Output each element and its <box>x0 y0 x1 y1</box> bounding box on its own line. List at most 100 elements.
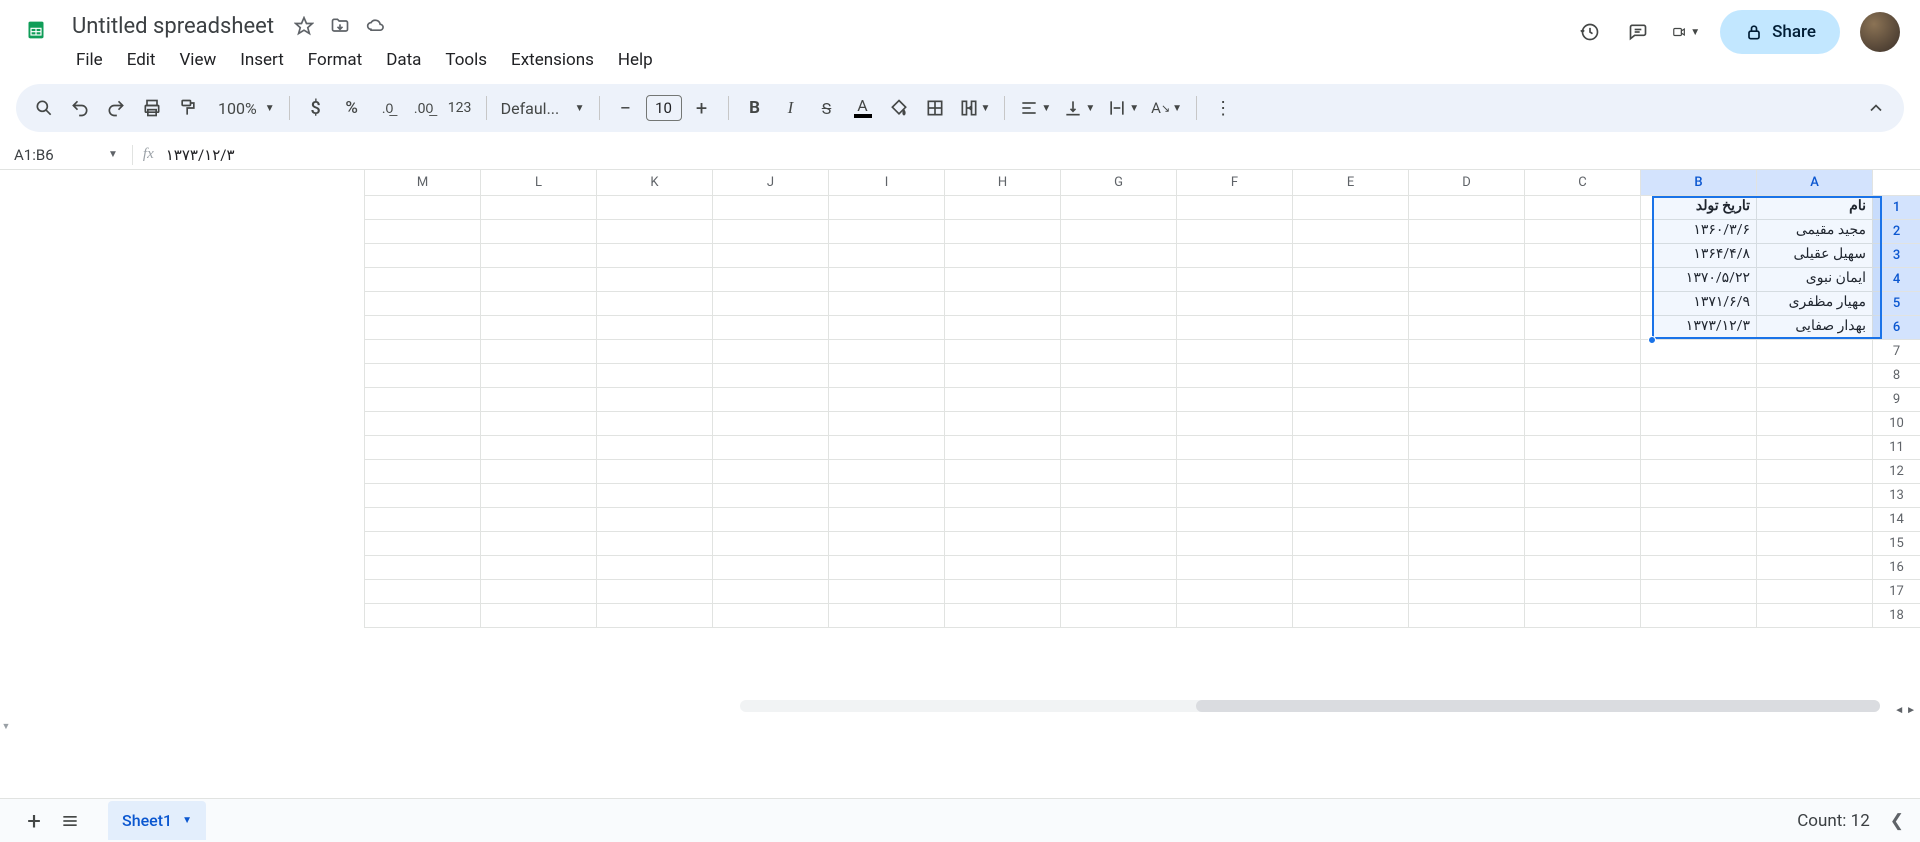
cell[interactable]: مجید مقیمی <box>1756 220 1872 244</box>
column-header[interactable]: D <box>1408 170 1524 196</box>
cell[interactable] <box>944 532 1060 556</box>
cell[interactable] <box>1524 292 1640 316</box>
cell[interactable] <box>828 556 944 580</box>
cell[interactable] <box>364 436 480 460</box>
cell[interactable] <box>1640 580 1756 604</box>
cell[interactable]: نام <box>1756 196 1872 220</box>
column-header[interactable]: L <box>480 170 596 196</box>
cell[interactable] <box>596 220 712 244</box>
cell[interactable] <box>828 268 944 292</box>
cell[interactable] <box>1408 532 1524 556</box>
column-header[interactable]: J <box>712 170 828 196</box>
menu-insert[interactable]: Insert <box>230 44 294 76</box>
row-header[interactable]: 9 <box>1872 388 1920 412</box>
text-wrap-icon[interactable]: ▼ <box>1103 92 1143 124</box>
select-all-corner[interactable] <box>1872 170 1920 196</box>
menu-extensions[interactable]: Extensions <box>501 44 604 76</box>
cell[interactable] <box>828 580 944 604</box>
row-header[interactable]: 10 <box>1872 412 1920 436</box>
cell[interactable] <box>596 412 712 436</box>
cell[interactable] <box>1060 604 1176 628</box>
cell[interactable] <box>596 436 712 460</box>
cell[interactable] <box>1640 556 1756 580</box>
cell[interactable] <box>1176 604 1292 628</box>
cell[interactable] <box>828 292 944 316</box>
row-header[interactable]: 5 <box>1872 292 1920 316</box>
row-header[interactable]: 6 <box>1872 316 1920 340</box>
meet-icon[interactable]: ▼ <box>1672 18 1700 46</box>
cell[interactable] <box>828 244 944 268</box>
more-formats-button[interactable]: 123 <box>444 92 476 124</box>
cell[interactable] <box>1176 556 1292 580</box>
cell[interactable] <box>364 484 480 508</box>
cell[interactable]: مهیار مظفری <box>1756 292 1872 316</box>
cell[interactable] <box>1640 412 1756 436</box>
cell[interactable] <box>1060 532 1176 556</box>
cell[interactable] <box>1292 532 1408 556</box>
chevron-down-icon[interactable]: ▼ <box>108 149 118 160</box>
menu-view[interactable]: View <box>169 44 226 76</box>
cell[interactable] <box>944 484 1060 508</box>
cell[interactable] <box>1408 220 1524 244</box>
cell[interactable] <box>1060 460 1176 484</box>
cell[interactable]: ایمان نبوی <box>1756 268 1872 292</box>
cell[interactable]: بهدار صفایی <box>1756 316 1872 340</box>
cell[interactable] <box>1408 364 1524 388</box>
row-header[interactable]: 1 <box>1872 196 1920 220</box>
cell[interactable] <box>1640 484 1756 508</box>
cell[interactable] <box>1060 340 1176 364</box>
cell[interactable] <box>1060 580 1176 604</box>
cell[interactable] <box>1640 364 1756 388</box>
menu-help[interactable]: Help <box>608 44 663 76</box>
cell[interactable] <box>1408 268 1524 292</box>
cell[interactable] <box>1756 388 1872 412</box>
cell[interactable] <box>1524 484 1640 508</box>
cell[interactable] <box>364 580 480 604</box>
cell[interactable] <box>828 316 944 340</box>
cell[interactable] <box>712 196 828 220</box>
cell[interactable] <box>1060 364 1176 388</box>
cell[interactable] <box>480 196 596 220</box>
cell[interactable] <box>944 340 1060 364</box>
cell[interactable] <box>828 412 944 436</box>
cell[interactable] <box>1060 508 1176 532</box>
comment-icon[interactable] <box>1624 18 1652 46</box>
cell[interactable] <box>1176 436 1292 460</box>
cell[interactable] <box>712 412 828 436</box>
cell[interactable] <box>480 532 596 556</box>
row-header[interactable]: 2 <box>1872 220 1920 244</box>
cell[interactable] <box>596 292 712 316</box>
cell[interactable] <box>1176 532 1292 556</box>
row-header[interactable]: 12 <box>1872 460 1920 484</box>
cell[interactable] <box>480 244 596 268</box>
column-header[interactable]: E <box>1292 170 1408 196</box>
cell[interactable] <box>712 268 828 292</box>
cell[interactable] <box>1292 340 1408 364</box>
cell[interactable] <box>1524 220 1640 244</box>
search-icon[interactable] <box>28 92 60 124</box>
text-rotation-icon[interactable]: A↘▼ <box>1147 92 1186 124</box>
cell[interactable]: ۱۳۷۱/۶/۹ <box>1640 292 1756 316</box>
row-header[interactable]: 7 <box>1872 340 1920 364</box>
cell[interactable] <box>712 292 828 316</box>
cell[interactable] <box>712 508 828 532</box>
cell[interactable] <box>1176 244 1292 268</box>
cell[interactable] <box>712 484 828 508</box>
menu-edit[interactable]: Edit <box>117 44 166 76</box>
cell[interactable]: ۱۳۶۰/۳/۶ <box>1640 220 1756 244</box>
cell[interactable] <box>1060 244 1176 268</box>
document-title[interactable]: Untitled spreadsheet <box>66 12 280 41</box>
cell[interactable] <box>480 316 596 340</box>
cell[interactable] <box>944 436 1060 460</box>
cell[interactable] <box>1756 508 1872 532</box>
cloud-status-icon[interactable] <box>364 14 388 38</box>
cell[interactable] <box>1176 292 1292 316</box>
row-header[interactable]: 14 <box>1872 508 1920 532</box>
cell[interactable] <box>712 580 828 604</box>
cell[interactable] <box>1524 340 1640 364</box>
cell[interactable] <box>1756 460 1872 484</box>
cell[interactable] <box>1524 508 1640 532</box>
cell[interactable] <box>364 412 480 436</box>
user-avatar[interactable] <box>1860 12 1900 52</box>
cell[interactable] <box>1524 436 1640 460</box>
